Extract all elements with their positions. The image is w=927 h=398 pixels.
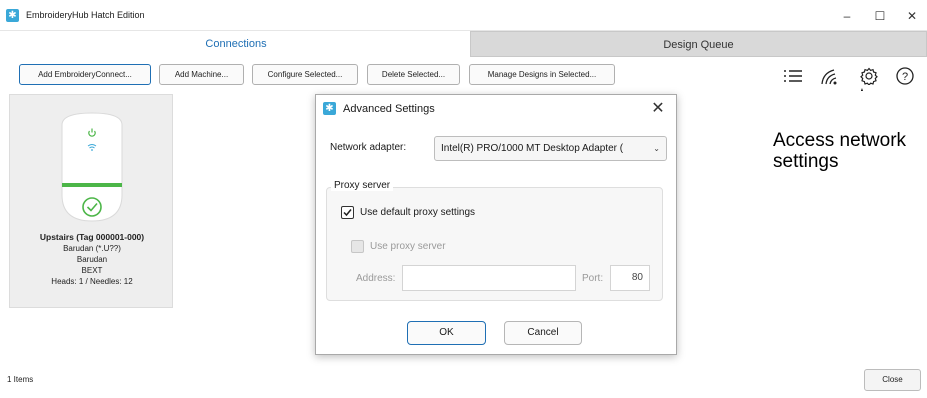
tab-bar: Connections Design Queue <box>0 31 927 57</box>
machine-model: BEXT <box>81 266 103 275</box>
address-input[interactable] <box>402 265 576 291</box>
proxy-server-label: Proxy server <box>331 180 394 191</box>
cancel-button[interactable]: Cancel <box>504 321 582 345</box>
ok-button[interactable]: OK <box>407 321 486 345</box>
callout-line-2: settings <box>773 151 839 172</box>
use-default-proxy-label: Use default proxy settings <box>360 207 476 218</box>
machine-card[interactable]: Upstairs (Tag 000001-000) Barudan (*.U??… <box>9 94 173 308</box>
gear-icon[interactable] <box>859 67 879 85</box>
callout-text: Access network settings <box>773 130 927 172</box>
wireless-icon[interactable] <box>820 67 840 85</box>
machine-name: Upstairs (Tag 000001-000) <box>39 232 145 242</box>
app-logo-icon: ✱ <box>6 9 19 22</box>
item-count: 1 Items <box>7 375 34 384</box>
list-icon[interactable] <box>783 67 803 85</box>
dialog-app-icon: ✱ <box>323 102 336 115</box>
add-machine-button[interactable]: Add Machine... <box>159 64 244 85</box>
title-bar: ✱ EmbroideryHub Hatch Edition – ☐ ✕ <box>0 0 927 31</box>
use-default-proxy-checkbox[interactable] <box>341 206 354 219</box>
add-embroideryconnect-button[interactable]: Add EmbroideryConnect... <box>19 64 151 85</box>
close-window-button[interactable]: ✕ <box>897 5 927 27</box>
tab-design-queue[interactable]: Design Queue <box>470 31 927 57</box>
machine-heads-needles: Heads: 1 / Needles: 12 <box>51 277 133 286</box>
use-proxy-server-label: Use proxy server <box>370 241 446 252</box>
delete-selected-button[interactable]: Delete Selected... <box>367 64 460 85</box>
use-proxy-server-checkbox[interactable] <box>351 240 364 253</box>
callout-line-1: Access network <box>773 130 907 151</box>
port-label: Port: <box>582 273 604 284</box>
address-label: Address: <box>356 273 396 284</box>
maximize-button[interactable]: ☐ <box>865 5 895 27</box>
tab-connections[interactable]: Connections <box>0 31 473 57</box>
manage-designs-button[interactable]: Manage Designs in Selected... <box>469 64 615 85</box>
machine-format: Barudan (*.U??) <box>63 244 121 253</box>
machine-brand: Barudan <box>76 255 108 264</box>
network-adapter-label: Network adapter: <box>330 142 407 153</box>
toolbar: Add EmbroideryConnect... Add Machine... … <box>0 57 927 91</box>
machine-device-icon <box>61 112 123 222</box>
advanced-settings-dialog: ✱ Advanced Settings ✕ Network adapter: I… <box>315 94 677 355</box>
chevron-down-icon: ⌄ <box>653 144 660 153</box>
window-title: EmbroideryHub Hatch Edition <box>26 10 145 20</box>
network-adapter-value: Intel(R) PRO/1000 MT Desktop Adapter ( <box>441 143 624 154</box>
minimize-button[interactable]: – <box>832 5 862 27</box>
dialog-title: Advanced Settings <box>343 103 435 115</box>
svg-text:?: ? <box>902 71 908 83</box>
checkmark-icon <box>343 209 352 217</box>
help-icon[interactable]: ? <box>895 67 915 85</box>
dialog-close-button[interactable]: ✕ <box>648 98 668 118</box>
port-input[interactable]: 80 <box>610 265 650 291</box>
configure-selected-button[interactable]: Configure Selected... <box>252 64 358 85</box>
close-button[interactable]: Close <box>864 369 921 391</box>
network-adapter-select[interactable]: Intel(R) PRO/1000 MT Desktop Adapter ( ⌄ <box>434 136 667 161</box>
